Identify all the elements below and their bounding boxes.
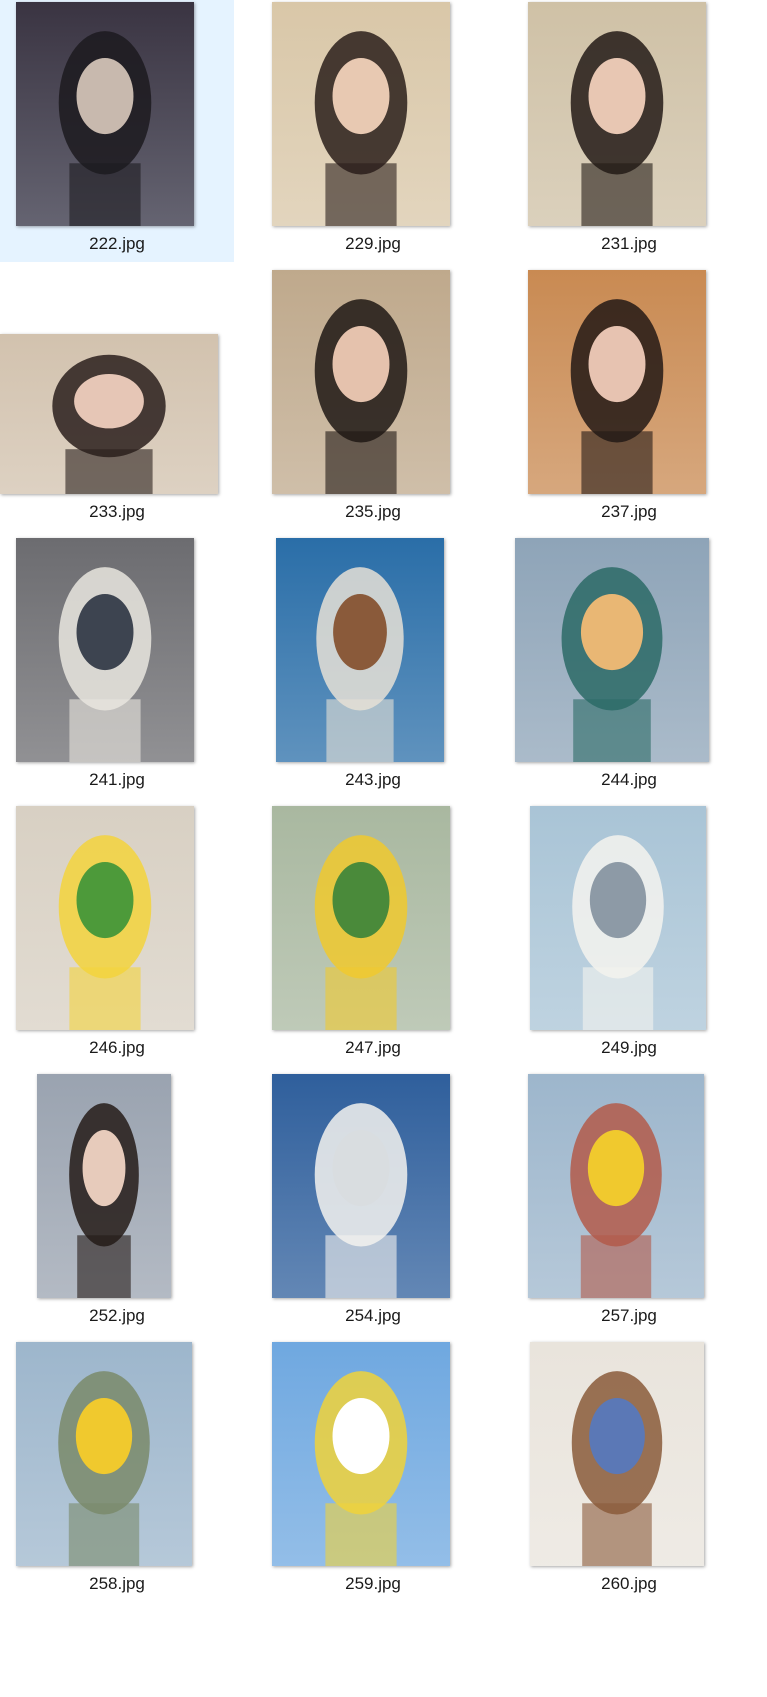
file-name: 259.jpg: [345, 1574, 401, 1593]
file-item[interactable]: 249.jpg: [512, 804, 746, 1066]
file-name: 254.jpg: [345, 1306, 401, 1325]
photo-preview: [16, 2, 194, 226]
file-thumbnail[interactable]: [530, 1342, 704, 1566]
photo-preview: [0, 334, 218, 494]
file-thumbnail[interactable]: [276, 538, 444, 762]
file-name: 260.jpg: [601, 1574, 657, 1593]
photo-preview: [276, 538, 444, 762]
file-name: 257.jpg: [601, 1306, 657, 1325]
file-thumbnail[interactable]: [16, 538, 194, 762]
photo-preview: [272, 1074, 450, 1298]
file-item[interactable]: 233.jpg: [0, 268, 234, 530]
file-item[interactable]: 258.jpg: [0, 1340, 234, 1602]
file-item[interactable]: 231.jpg: [512, 0, 746, 262]
photo-preview: [530, 1342, 704, 1566]
file-thumbnail[interactable]: [16, 806, 194, 1030]
file-item[interactable]: 229.jpg: [256, 0, 490, 262]
file-name: 222.jpg: [89, 234, 145, 253]
photo-preview: [16, 1342, 192, 1566]
file-thumbnail[interactable]: [528, 2, 706, 226]
file-name: 249.jpg: [601, 1038, 657, 1057]
file-thumbnail[interactable]: [528, 1074, 704, 1298]
file-thumbnail[interactable]: [272, 270, 450, 494]
file-name: 246.jpg: [89, 1038, 145, 1057]
file-name: 241.jpg: [89, 770, 145, 789]
file-item[interactable]: 241.jpg: [0, 536, 234, 798]
file-thumbnail[interactable]: [272, 1074, 450, 1298]
file-item[interactable]: 252.jpg: [0, 1072, 234, 1334]
file-item[interactable]: 259.jpg: [256, 1340, 490, 1602]
file-name: 233.jpg: [89, 502, 145, 521]
photo-preview: [528, 2, 706, 226]
file-name: 243.jpg: [345, 770, 401, 789]
file-item[interactable]: 254.jpg: [256, 1072, 490, 1334]
file-thumbnail[interactable]: [16, 2, 194, 226]
file-item[interactable]: 235.jpg: [256, 268, 490, 530]
file-item[interactable]: 247.jpg: [256, 804, 490, 1066]
photo-preview: [16, 538, 194, 762]
file-name: 237.jpg: [601, 502, 657, 521]
file-item[interactable]: 237.jpg: [512, 268, 746, 530]
file-item[interactable]: 222.jpg: [0, 0, 234, 262]
photo-preview: [515, 538, 709, 762]
file-name: 252.jpg: [89, 1306, 145, 1325]
file-name: 231.jpg: [601, 234, 657, 253]
photo-preview: [528, 270, 706, 494]
file-name: 258.jpg: [89, 1574, 145, 1593]
file-thumbnail[interactable]: [515, 538, 709, 762]
file-name: 229.jpg: [345, 234, 401, 253]
photo-preview: [37, 1074, 171, 1298]
file-thumbnail[interactable]: [16, 1342, 192, 1566]
photo-preview: [272, 806, 450, 1030]
file-thumbnail[interactable]: [272, 806, 450, 1030]
photo-preview: [272, 2, 450, 226]
file-name: 235.jpg: [345, 502, 401, 521]
file-item[interactable]: 244.jpg: [512, 536, 746, 798]
photo-preview: [528, 1074, 704, 1298]
file-item[interactable]: 260.jpg: [512, 1340, 746, 1602]
file-name: 244.jpg: [601, 770, 657, 789]
file-thumbnail[interactable]: [530, 806, 706, 1030]
file-item[interactable]: 257.jpg: [512, 1072, 746, 1334]
photo-preview: [16, 806, 194, 1030]
file-thumbnail[interactable]: [37, 1074, 171, 1298]
file-thumbnail[interactable]: [0, 334, 218, 494]
file-item[interactable]: 246.jpg: [0, 804, 234, 1066]
file-item[interactable]: 243.jpg: [256, 536, 490, 798]
file-thumbnail[interactable]: [272, 1342, 450, 1566]
file-thumbnail[interactable]: [528, 270, 706, 494]
file-thumbnail[interactable]: [272, 2, 450, 226]
photo-preview: [530, 806, 706, 1030]
photo-preview: [272, 270, 450, 494]
photo-preview: [272, 1342, 450, 1566]
file-name: 247.jpg: [345, 1038, 401, 1057]
